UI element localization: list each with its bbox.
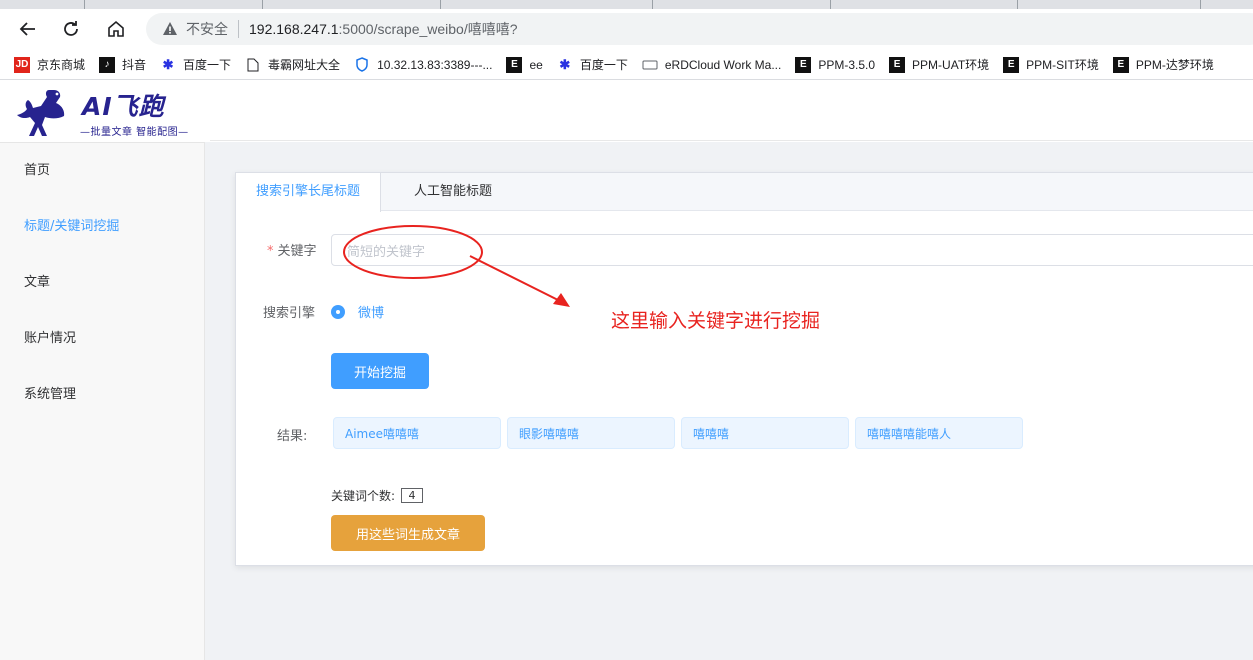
e-icon: E [1112,56,1129,73]
annotation-text: 这里输入关键字进行挖掘 [611,310,821,332]
top-header [210,81,1253,141]
bookmark-label: PPM-UAT环境 [912,58,990,72]
e-icon: E [506,56,523,73]
e-icon: E [1003,56,1020,73]
keyword-label-text: 关键字 [277,244,317,259]
menu-item-account[interactable]: 账户情况 [0,311,204,367]
bookmark-remote[interactable]: 10.32.13.83:3389---... [354,57,492,73]
result-tag[interactable]: 嘻嘻嘻嘻能嘻人 [855,417,1023,449]
bookmark-label: 抖音 [122,58,147,72]
url-bar[interactable]: 不安全 192.168.247.1 :5000/scrape_weibo/嘻嘻嘻… [146,13,1253,45]
bookmark-label: 百度一下 [579,58,628,72]
back-arrow-icon [19,22,35,36]
keyword-label: * 关键字 [267,240,317,259]
jd-icon: JD [14,56,30,73]
tab-ai-titles[interactable]: 人工智能标题 [394,173,512,212]
ostrich-logo-icon [17,90,65,136]
result-tag[interactable]: 眼影嘻嘻嘻 [507,417,675,449]
bookmarks-bar: JD 京东商城 ♪ 抖音 ✱ 百度一下 毒霸网址大全 10.32.13.83:3… [0,50,1253,80]
url-divider [238,20,239,38]
bookmark-douyin[interactable]: ♪ 抖音 [99,56,146,73]
result-tag[interactable]: 嘻嘻嘻 [681,417,849,449]
radio-checked-icon [331,304,345,319]
start-mining-button[interactable]: 开始挖掘 [331,353,429,389]
engine-label: 搜索引擎 [263,306,316,321]
keyword-count-row: 关键词个数: 4 [331,487,424,504]
result-tag[interactable]: Aimee嘻嘻嘻 [333,417,501,449]
bookmark-ppm-350[interactable]: E PPM-3.5.0 [795,56,876,73]
home-button[interactable] [102,15,130,43]
logo[interactable]: AI飞跑 —批量文章 智能配图— [0,81,205,143]
menu-item-keyword-mining[interactable]: 标题/关键词挖掘 [0,199,204,255]
tab-separator [440,0,441,9]
bookmark-label: 毒霸网址大全 [268,58,341,72]
mining-card: 搜索引擎长尾标题 人工智能标题 * 关键字 简短的关键字 搜索引擎 微博 开始挖掘… [235,172,1253,566]
menu-item-system[interactable]: 系统管理 [0,367,204,423]
required-mark: * [267,244,274,259]
tab-separator [262,0,263,9]
baidu-paw-icon: ✱ [162,56,174,72]
home-icon [108,20,124,37]
radio-weibo[interactable]: 微博 [331,302,384,321]
tab-separator [830,0,831,9]
menu-item-articles[interactable]: 文章 [0,255,204,311]
address-bar-row: 不安全 192.168.247.1 :5000/scrape_weibo/嘻嘻嘻… [0,9,1253,50]
keyword-count-label: 关键词个数: [331,489,396,503]
keyword-input[interactable]: 简短的关键字 [331,234,1253,266]
bookmark-label: ee [529,57,543,72]
page-icon [245,57,261,73]
result-tags: Aimee嘻嘻嘻 眼影嘻嘻嘻 嘻嘻嘻 嘻嘻嘻嘻能嘻人 [333,417,1029,449]
bookmark-label: 10.32.13.83:3389---... [377,57,493,72]
bookmark-ppm-uat[interactable]: E PPM-UAT环境 [889,56,989,73]
bookmark-erdcloud[interactable]: eRDCloud Work Ma... [642,57,781,73]
back-button[interactable] [14,15,42,43]
bookmark-label: PPM-3.5.0 [818,57,876,72]
shield-icon [354,57,370,73]
keyword-count-value: 4 [401,488,424,503]
insecure-label: 不安全 [186,21,228,37]
browser-tab-strip [0,0,1253,9]
tabs-header: 搜索引擎长尾标题 人工智能标题 [236,173,1253,212]
radio-weibo-label: 微博 [358,306,385,321]
bookmark-ppm-sit[interactable]: E PPM-SIT环境 [1003,56,1099,73]
tab-separator [652,0,653,9]
bookmark-label: eRDCloud Work Ma... [664,57,782,72]
reload-button[interactable] [57,15,85,43]
menu-item-home[interactable]: 首页 [0,143,204,199]
bookmark-label: PPM-SIT环境 [1026,58,1099,72]
side-menu: 首页 标题/关键词挖掘 文章 账户情况 系统管理 [0,143,204,660]
bookmark-jd[interactable]: JD 京东商城 [14,56,85,73]
main-content: 搜索引擎长尾标题 人工智能标题 * 关键字 简短的关键字 搜索引擎 微博 开始挖掘… [205,142,1253,660]
tab-search-engine-titles[interactable]: 搜索引擎长尾标题 [236,173,382,212]
bookmark-label: 百度一下 [183,58,232,72]
keyword-placeholder: 简短的关键字 [347,244,426,260]
tab-separator [1017,0,1018,9]
bookmark-ppm-dameng[interactable]: E PPM-达梦环境 [1112,56,1214,73]
bookmark-ee[interactable]: E ee [506,56,543,73]
tab-separator [1200,0,1201,9]
baidu-paw-icon: ✱ [559,56,571,72]
bookmark-baidu-2[interactable]: ✱ 百度一下 [557,56,628,73]
sidebar: AI飞跑 —批量文章 智能配图— 首页 标题/关键词挖掘 文章 账户情况 系统管… [0,81,205,660]
reload-icon [64,21,78,36]
bookmark-duba[interactable]: 毒霸网址大全 [245,56,340,73]
e-icon: E [795,56,812,73]
douyin-icon: ♪ [99,56,116,73]
generate-articles-button[interactable]: 用这些词生成文章 [331,515,485,551]
warning-triangle-icon [163,22,177,35]
bookmark-label: PPM-达梦环境 [1135,58,1214,72]
result-label: 结果: [277,429,308,444]
tab-separator [84,0,85,9]
logo-title: AI飞跑 [82,92,165,121]
e-icon: E [889,56,906,73]
logo-subtitle: —批量文章 智能配图— [80,127,189,138]
cloud-icon [642,57,658,73]
url-host: 192.168.247.1 [249,21,339,37]
bookmark-label: 京东商城 [37,58,86,72]
bookmark-baidu[interactable]: ✱ 百度一下 [160,56,231,73]
url-path: :5000/scrape_weibo/嘻嘻嘻? [338,21,518,37]
app-root: AI飞跑 —批量文章 智能配图— 首页 标题/关键词挖掘 文章 账户情况 系统管… [0,81,1253,660]
